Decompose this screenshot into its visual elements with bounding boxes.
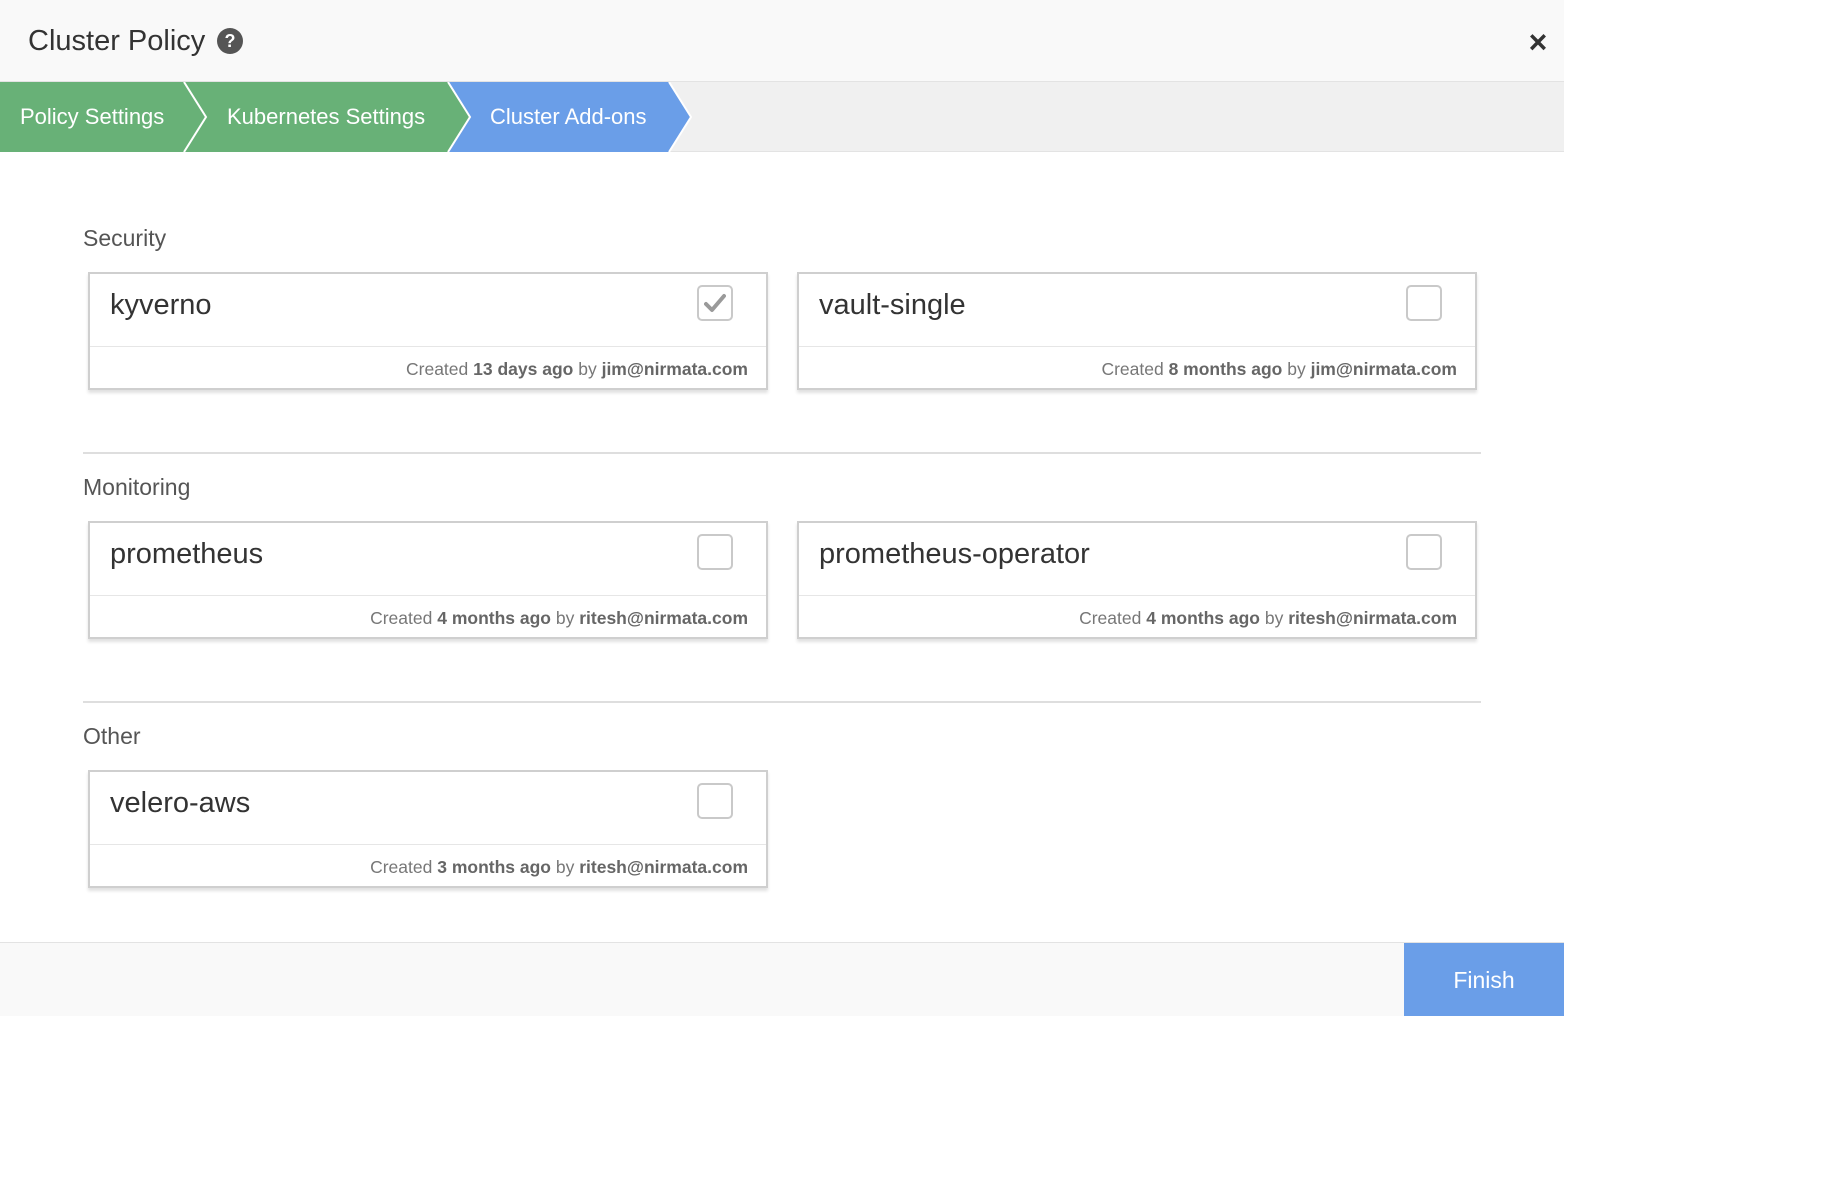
- addon-card-kyverno[interactable]: kyverno Created 13 days ago by jim@nirma…: [88, 272, 768, 390]
- card-divider: [90, 595, 766, 596]
- addon-created-meta: Created 4 months ago by ritesh@nirmata.c…: [1079, 608, 1457, 628]
- addon-name: vault-single: [819, 289, 966, 321]
- close-icon[interactable]: ×: [1523, 26, 1553, 58]
- addon-checkbox[interactable]: [1406, 285, 1442, 321]
- checkmark-icon: [704, 294, 726, 312]
- addon-card-prometheus[interactable]: prometheus Created 4 months ago by rites…: [88, 521, 768, 639]
- dialog-title: Cluster Policy: [28, 25, 206, 57]
- addon-name: prometheus: [110, 538, 264, 570]
- wizard-steps: Policy Settings Kubernetes Settings Clus…: [0, 82, 1564, 152]
- section-label-monitoring: Monitoring: [83, 474, 191, 500]
- addon-card-vault-single[interactable]: vault-single Created 8 months ago by jim…: [797, 272, 1477, 390]
- addon-name: velero-aws: [110, 787, 251, 819]
- addon-checkbox[interactable]: [697, 534, 733, 570]
- section-label-other: Other: [83, 723, 141, 749]
- step-policy-settings[interactable]: Policy Settings: [20, 82, 164, 152]
- addon-name: prometheus-operator: [819, 538, 1090, 570]
- step-cluster-addons[interactable]: Cluster Add-ons: [490, 82, 647, 152]
- addon-card-velero-aws[interactable]: velero-aws Created 3 months ago by rites…: [88, 770, 768, 888]
- section-divider: [83, 701, 1481, 703]
- dialog-footer: Finish: [0, 942, 1564, 1016]
- addon-created-meta: Created 13 days ago by jim@nirmata.com: [406, 359, 748, 379]
- section-divider: [83, 452, 1481, 454]
- section-label-security: Security: [83, 225, 167, 251]
- addon-created-meta: Created 3 months ago by ritesh@nirmata.c…: [370, 857, 748, 877]
- addon-created-meta: Created 4 months ago by ritesh@nirmata.c…: [370, 608, 748, 628]
- card-divider: [799, 346, 1475, 347]
- addon-checkbox[interactable]: [1406, 534, 1442, 570]
- finish-button[interactable]: Finish: [1404, 943, 1564, 1016]
- help-icon[interactable]: ?: [217, 28, 243, 54]
- card-divider: [799, 595, 1475, 596]
- addon-name: kyverno: [110, 289, 212, 321]
- addon-card-prometheus-operator[interactable]: prometheus-operator Created 4 months ago…: [797, 521, 1477, 639]
- addon-created-meta: Created 8 months ago by jim@nirmata.com: [1101, 359, 1457, 379]
- dialog-header: Cluster Policy ? ×: [0, 0, 1564, 82]
- cluster-policy-dialog: Cluster Policy ? × Policy Settings Kuber…: [0, 0, 1564, 1016]
- addon-checkbox[interactable]: [697, 783, 733, 819]
- addon-checkbox[interactable]: [697, 285, 733, 321]
- step-kubernetes-settings[interactable]: Kubernetes Settings: [227, 82, 425, 152]
- card-divider: [90, 844, 766, 845]
- card-divider: [90, 346, 766, 347]
